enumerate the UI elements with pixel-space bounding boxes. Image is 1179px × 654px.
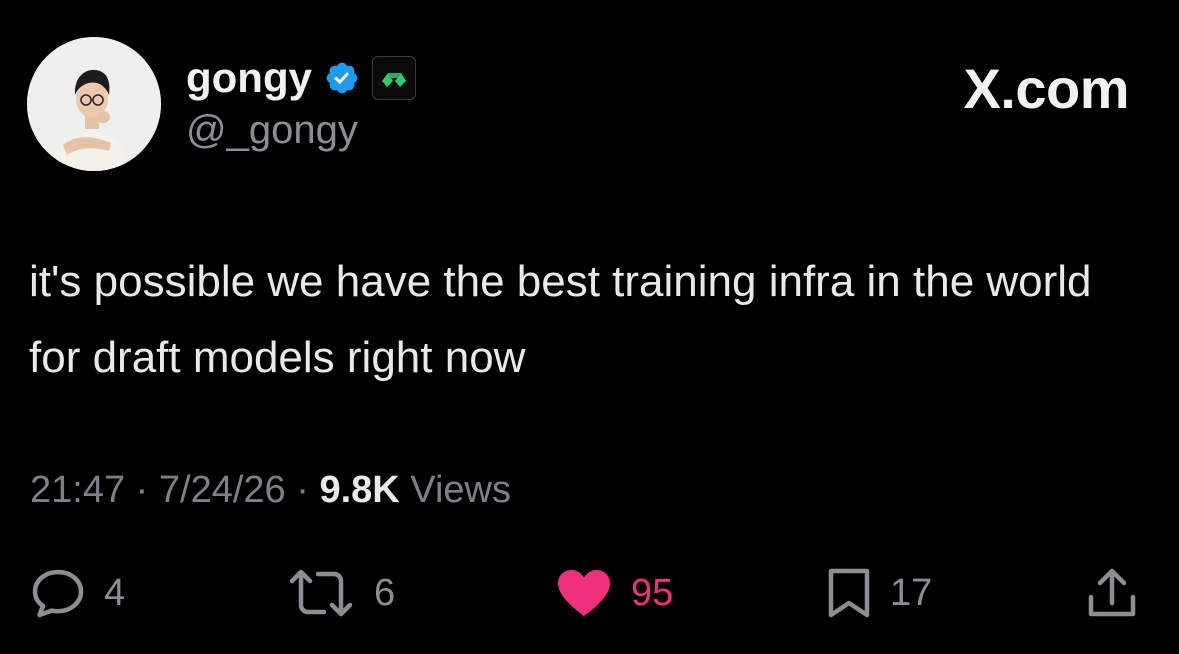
share-icon [1088, 568, 1136, 617]
reply-count: 4 [104, 572, 126, 614]
retweet-icon [289, 569, 353, 617]
verified-badge-icon[interactable] [324, 60, 360, 96]
affiliate-badge[interactable] [371, 56, 416, 100]
tweet-time[interactable]: 21:47 [30, 469, 125, 511]
views-count[interactable]: 9.8K [319, 469, 399, 511]
tweet-date[interactable]: 7/24/26 [159, 469, 286, 511]
avatar[interactable] [27, 37, 161, 171]
author-display-name[interactable]: gongy [186, 57, 312, 99]
author-handle[interactable]: @_gongy [186, 110, 358, 150]
meta-separator: · [285, 469, 320, 511]
reply-button[interactable]: 4 [30, 560, 125, 626]
heart-icon [558, 570, 610, 616]
like-button[interactable]: 95 [555, 560, 673, 626]
affiliate-badge-icon [381, 73, 406, 87]
share-button[interactable] [1084, 560, 1140, 626]
meta-separator: · [125, 469, 159, 511]
brand-logo-text: X.com [963, 57, 1129, 120]
retweet-button[interactable]: 6 [286, 560, 395, 626]
bookmark-count: 17 [890, 572, 933, 614]
author-name-row: gongy [186, 53, 416, 103]
retweet-count: 6 [374, 572, 396, 614]
like-count: 95 [631, 572, 674, 614]
bookmark-icon [828, 568, 870, 618]
tweet-meta: 21:47 · 7/24/26 · 9.8K Views [30, 471, 511, 509]
action-bar: 4 6 95 17 [0, 560, 1179, 626]
views-label: Views [399, 469, 511, 511]
avatar-photo [27, 37, 161, 171]
bookmark-button[interactable]: 17 [826, 560, 932, 626]
tweet-text: it's possible we have the best training … [29, 257, 1092, 382]
reply-icon [32, 569, 84, 618]
